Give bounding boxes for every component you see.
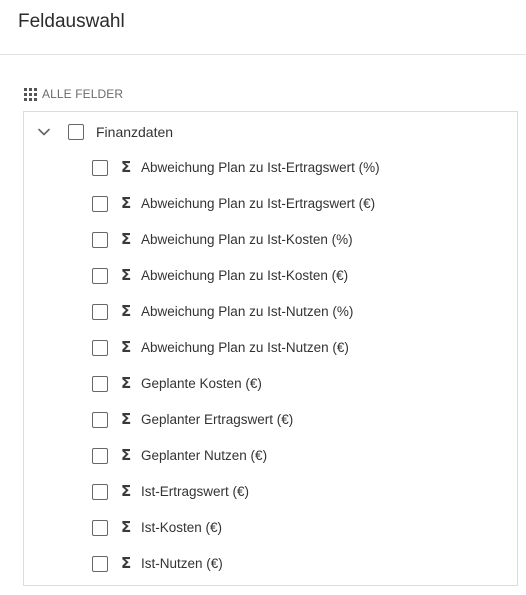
page-title: Feldauswahl bbox=[18, 11, 125, 32]
sigma-icon: Σ bbox=[121, 410, 132, 428]
field-item[interactable]: Σ Abweichung Plan zu Ist-Ertragswert (€) bbox=[24, 193, 517, 229]
sigma-icon: Σ bbox=[121, 266, 132, 284]
field-tree: Finanzdaten Σ Abweichung Plan zu Ist-Ert… bbox=[23, 111, 518, 586]
field-list: Σ Abweichung Plan zu Ist-Ertragswert (%)… bbox=[24, 157, 517, 589]
sigma-icon: Σ bbox=[121, 158, 132, 176]
field-label: Abweichung Plan zu Ist-Nutzen (€) bbox=[141, 340, 349, 355]
field-label: Ist-Nutzen (€) bbox=[141, 556, 223, 571]
field-checkbox[interactable] bbox=[92, 340, 108, 356]
field-checkbox[interactable] bbox=[92, 448, 108, 464]
field-item[interactable]: Σ Geplanter Nutzen (€) bbox=[24, 445, 517, 481]
sigma-icon: Σ bbox=[121, 446, 132, 464]
field-label: Abweichung Plan zu Ist-Nutzen (%) bbox=[141, 304, 354, 319]
field-item[interactable]: Σ Ist-Ertragswert (€) bbox=[24, 481, 517, 517]
field-label: Geplante Kosten (€) bbox=[141, 376, 262, 391]
field-label: Ist-Ertragswert (€) bbox=[141, 484, 250, 499]
field-label: Abweichung Plan zu Ist-Kosten (%) bbox=[141, 232, 353, 247]
field-checkbox[interactable] bbox=[92, 304, 108, 320]
field-checkbox[interactable] bbox=[92, 412, 108, 428]
field-item[interactable]: Σ Abweichung Plan zu Ist-Kosten (€) bbox=[24, 265, 517, 301]
field-item[interactable]: Σ Abweichung Plan zu Ist-Nutzen (€) bbox=[24, 337, 517, 373]
sigma-icon: Σ bbox=[121, 302, 132, 320]
field-checkbox[interactable] bbox=[92, 556, 108, 572]
group-checkbox[interactable] bbox=[68, 124, 84, 140]
field-item[interactable]: Σ Ist-Kosten (€) bbox=[24, 517, 517, 553]
field-item[interactable]: Σ Geplante Kosten (€) bbox=[24, 373, 517, 409]
field-label: Ist-Kosten (€) bbox=[141, 520, 223, 535]
grid-icon bbox=[24, 87, 37, 101]
field-item[interactable]: Σ Abweichung Plan zu Ist-Nutzen (%) bbox=[24, 301, 517, 337]
sigma-icon: Σ bbox=[121, 554, 132, 572]
sigma-icon: Σ bbox=[121, 374, 132, 392]
field-label: Abweichung Plan zu Ist-Kosten (€) bbox=[141, 268, 349, 283]
field-label: Abweichung Plan zu Ist-Ertragswert (€) bbox=[141, 196, 376, 211]
sigma-icon: Σ bbox=[121, 518, 132, 536]
all-fields-label: ALLE FELDER bbox=[42, 87, 124, 101]
chevron-down-icon[interactable] bbox=[37, 125, 51, 139]
dialog-header: Feldauswahl bbox=[0, 0, 526, 55]
all-fields-section-label: ALLE FELDER bbox=[24, 86, 123, 102]
field-item[interactable]: Σ Abweichung Plan zu Ist-Kosten (%) bbox=[24, 229, 517, 265]
field-checkbox[interactable] bbox=[92, 520, 108, 536]
field-checkbox[interactable] bbox=[92, 376, 108, 392]
field-label: Geplanter Ertragswert (€) bbox=[141, 412, 294, 427]
field-checkbox[interactable] bbox=[92, 160, 108, 176]
field-item[interactable]: Σ Geplanter Ertragswert (€) bbox=[24, 409, 517, 445]
field-label: Abweichung Plan zu Ist-Ertragswert (%) bbox=[141, 160, 380, 175]
tree-group-finanzdaten[interactable]: Finanzdaten bbox=[24, 121, 517, 143]
sigma-icon: Σ bbox=[121, 194, 132, 212]
field-item[interactable]: Σ Abweichung Plan zu Ist-Ertragswert (%) bbox=[24, 157, 517, 193]
field-checkbox[interactable] bbox=[92, 268, 108, 284]
sigma-icon: Σ bbox=[121, 482, 132, 500]
field-label: Geplanter Nutzen (€) bbox=[141, 448, 268, 463]
field-checkbox[interactable] bbox=[92, 232, 108, 248]
group-label: Finanzdaten bbox=[96, 124, 174, 140]
field-item[interactable]: Σ Ist-Nutzen (€) bbox=[24, 553, 517, 589]
field-checkbox[interactable] bbox=[92, 196, 108, 212]
sigma-icon: Σ bbox=[121, 338, 132, 356]
field-checkbox[interactable] bbox=[92, 484, 108, 500]
sigma-icon: Σ bbox=[121, 230, 132, 248]
